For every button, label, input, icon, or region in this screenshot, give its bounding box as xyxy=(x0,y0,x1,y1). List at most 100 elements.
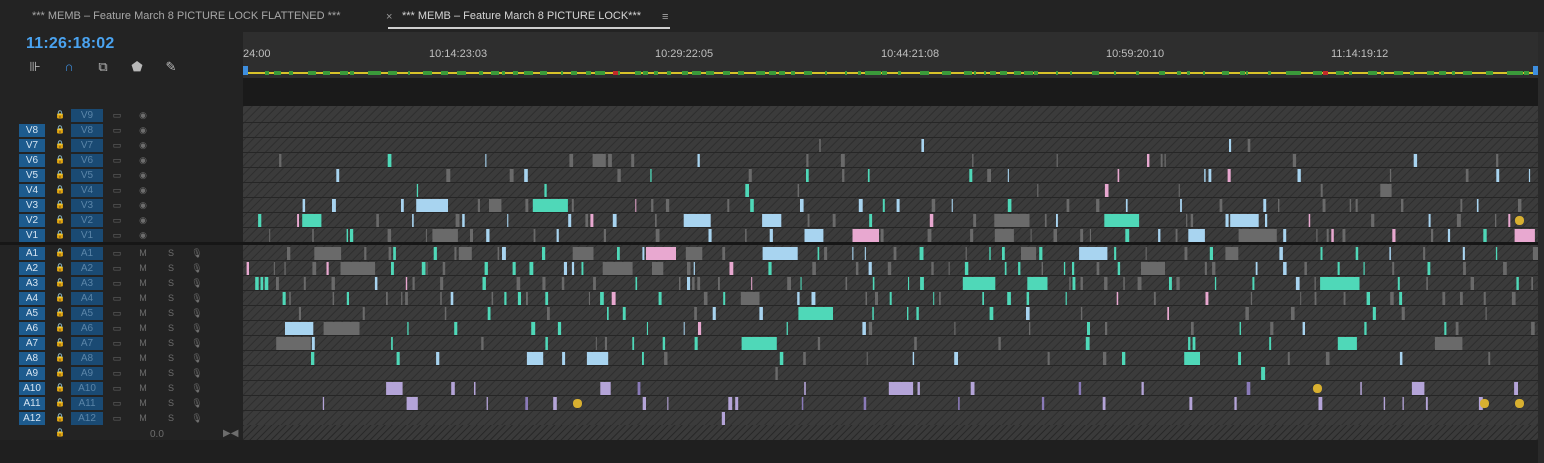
timeline-clip[interactable] xyxy=(260,277,264,290)
timeline-clip[interactable] xyxy=(1214,277,1217,290)
timeline-clip[interactable] xyxy=(1460,199,1463,212)
timeline-clip[interactable] xyxy=(1085,337,1090,350)
timeline-clip[interactable] xyxy=(745,229,747,242)
timeline-clip[interactable] xyxy=(1292,154,1297,167)
timeline-clip[interactable] xyxy=(592,154,606,167)
timeline-clip[interactable] xyxy=(920,277,924,290)
timeline-clip[interactable] xyxy=(863,397,867,410)
timeline-clip[interactable] xyxy=(569,154,574,167)
timeline-clip[interactable] xyxy=(994,214,1030,227)
timeline-clip[interactable] xyxy=(1018,262,1021,275)
track-target-toggle[interactable]: A12 xyxy=(19,412,45,425)
track-target-toggle[interactable]: V3 xyxy=(19,199,45,212)
track-target-toggle[interactable]: A5 xyxy=(19,307,45,320)
timeline-clip[interactable] xyxy=(600,382,611,395)
timeline-clip[interactable] xyxy=(1229,139,1232,152)
timeline-clip[interactable] xyxy=(1234,397,1237,410)
timeline-clip[interactable] xyxy=(631,154,635,167)
timeline-clip[interactable] xyxy=(1269,337,1272,350)
timeline-clip[interactable] xyxy=(612,214,617,227)
timeline-clip[interactable] xyxy=(1117,169,1120,182)
timeline-clip[interactable] xyxy=(416,199,448,212)
timeline-clip[interactable] xyxy=(526,292,528,305)
timeline-clip[interactable] xyxy=(491,292,494,305)
timeline-clip[interactable] xyxy=(866,352,868,365)
timeline-clip[interactable] xyxy=(800,277,802,290)
timeline-clip[interactable] xyxy=(1191,322,1194,335)
solo-button[interactable]: S xyxy=(166,412,176,425)
timeline-clip[interactable] xyxy=(875,292,878,305)
timeline-clip[interactable] xyxy=(258,214,262,227)
timeline-clip[interactable] xyxy=(298,307,301,320)
timeline-clip[interactable] xyxy=(1495,247,1498,260)
timeline-clip[interactable] xyxy=(285,322,314,335)
lock-icon[interactable]: 🔒 xyxy=(55,307,65,319)
vertical-scrollbar[interactable] xyxy=(1538,32,1544,463)
timeline-clip[interactable] xyxy=(482,277,486,290)
timeline-clip[interactable] xyxy=(264,277,269,290)
timeline-clip[interactable] xyxy=(617,247,620,260)
track-target-toggle[interactable]: A4 xyxy=(19,292,45,305)
timeline-clip[interactable] xyxy=(723,292,726,305)
timeline-clip[interactable] xyxy=(568,214,572,227)
timeline-clip[interactable] xyxy=(862,322,866,335)
close-tab-icon[interactable]: × xyxy=(386,11,392,23)
sync-lock-icon[interactable]: ▭ xyxy=(110,352,124,365)
lock-icon[interactable]: 🔒 xyxy=(55,214,65,226)
timeline-clip[interactable] xyxy=(819,139,821,152)
timeline-clip[interactable] xyxy=(1401,199,1404,212)
timeline-clip[interactable] xyxy=(440,277,444,290)
timeline-clip[interactable] xyxy=(1363,262,1365,275)
solo-button[interactable]: S xyxy=(166,352,176,365)
timeline-clip[interactable] xyxy=(1122,352,1126,365)
timeline-clip[interactable] xyxy=(965,247,967,260)
timeline-clip[interactable] xyxy=(1518,199,1522,212)
timeline-clip[interactable] xyxy=(1360,382,1362,395)
timeline-clip[interactable] xyxy=(1427,262,1431,275)
timeline-clip[interactable] xyxy=(279,154,282,167)
track-target-toggle[interactable]: A1 xyxy=(19,247,45,260)
timeline-clip[interactable] xyxy=(927,229,932,242)
track-target-toggle[interactable]: A11 xyxy=(19,397,45,410)
playhead-timecode[interactable]: 11:26:18:02 xyxy=(26,35,115,53)
timeline-clip[interactable] xyxy=(474,382,476,395)
timeline-clip[interactable] xyxy=(804,229,824,242)
eye-icon[interactable]: ◉ xyxy=(136,109,150,122)
timeline-clip[interactable] xyxy=(964,262,969,275)
timeline-clip[interactable] xyxy=(872,307,874,320)
timeline-clip[interactable] xyxy=(276,337,311,350)
timeline-clip[interactable] xyxy=(586,352,609,365)
source-patch-toggle[interactable]: V9 xyxy=(71,109,103,122)
timeline-clip[interactable] xyxy=(1212,262,1216,275)
timeline-clip[interactable] xyxy=(1425,397,1428,410)
timeline-clip[interactable] xyxy=(314,247,342,260)
timeline-clip[interactable] xyxy=(1270,322,1274,335)
timeline-clip[interactable] xyxy=(632,337,635,350)
timeline-clip[interactable] xyxy=(1287,352,1290,365)
timeline-clip[interactable] xyxy=(775,367,778,380)
timeline-clip[interactable] xyxy=(685,247,703,260)
timeline-clip[interactable] xyxy=(529,262,534,275)
track-target-toggle[interactable]: A7 xyxy=(19,337,45,350)
timeline-clip[interactable] xyxy=(998,337,1001,350)
timeline-clip[interactable] xyxy=(273,262,275,275)
timeline-clip[interactable] xyxy=(694,337,698,350)
timeline-clip[interactable] xyxy=(1225,247,1239,260)
timeline-clip[interactable] xyxy=(1204,169,1206,182)
timeline-clip[interactable] xyxy=(1184,352,1200,365)
timeline-clip[interactable] xyxy=(553,397,557,410)
timeline-clip[interactable] xyxy=(1180,199,1182,212)
timeline-clip[interactable] xyxy=(603,229,606,242)
timeline-clip[interactable] xyxy=(683,214,711,227)
timeline-clip[interactable] xyxy=(458,247,472,260)
mute-button[interactable]: M xyxy=(138,367,148,380)
timeline-clip[interactable] xyxy=(762,247,798,260)
timeline-tracks[interactable] xyxy=(243,106,1538,440)
timeline-clip[interactable] xyxy=(1511,292,1516,305)
timeline-clip[interactable] xyxy=(1476,199,1479,212)
timeline-clip[interactable] xyxy=(1371,214,1375,227)
lock-icon[interactable]: 🔒 xyxy=(55,247,65,259)
timeline-clip[interactable] xyxy=(798,307,833,320)
timeline-clip[interactable] xyxy=(562,352,566,365)
mute-button[interactable]: M xyxy=(138,262,148,275)
